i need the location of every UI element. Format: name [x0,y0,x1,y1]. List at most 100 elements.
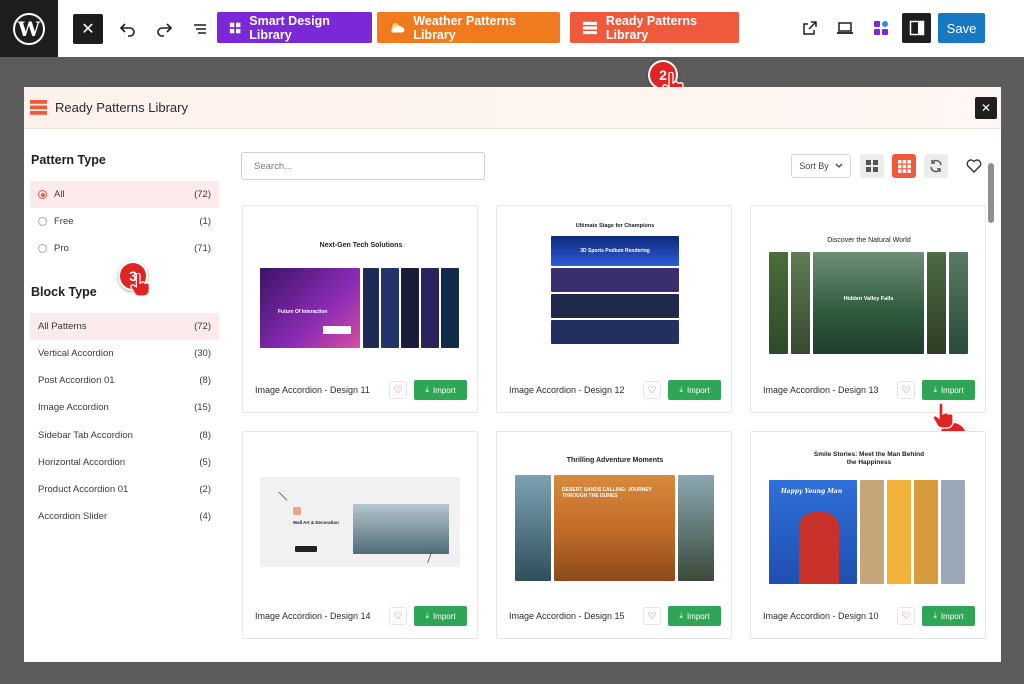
card-footer: Image Accordion - Design 14 ♡ ⤓ Import [255,606,467,626]
favorite-heart-icon[interactable]: ♡ [897,607,915,625]
import-button[interactable]: ⤓ Import [414,380,467,400]
redo-icon[interactable] [149,14,179,44]
import-label: Import [686,611,710,621]
pattern-name: Image Accordion - Design 11 [255,385,370,395]
import-button[interactable]: ⤓ Import [922,380,975,400]
settings-panel-button[interactable] [902,13,931,43]
favorite-heart-icon[interactable]: ♡ [897,381,915,399]
import-label: Import [432,611,456,621]
import-label: Import [940,611,964,621]
filter-block-post-accordion-01[interactable]: Post Accordion 01 (8) [30,367,219,394]
filter-block-image-accordion[interactable]: Image Accordion (15) [30,394,219,421]
wordpress-logo[interactable]: W [0,0,58,57]
filter-label: Post Accordion 01 [38,375,115,386]
pattern-card[interactable]: Smile Stories: Meet the Man Behind the H… [750,431,986,639]
pattern-preview[interactable]: Next-Gen Tech Solutions Future Of Intera… [253,216,469,371]
filter-block-horizontal-accordion[interactable]: Horizontal Accordion (5) [30,449,219,476]
download-icon: ⤓ [425,385,429,394]
pattern-name: Image Accordion - Design 14 [255,611,371,621]
filter-pattern-all[interactable]: All (72) [30,181,219,208]
external-link-icon[interactable] [795,13,825,43]
pattern-card[interactable]: Discover the Natural World Hidden Valley… [750,205,986,413]
filter-count: (4) [199,511,211,522]
layers-icon [582,21,598,34]
filter-label: All [54,189,65,200]
import-label: Import [686,385,710,395]
ready-patterns-library-button[interactable]: Ready Patterns Library [570,12,739,43]
pattern-preview[interactable]: Smile Stories: Meet the Man Behind the H… [761,442,977,597]
filter-label: Free [54,216,74,227]
import-button[interactable]: ⤓ Import [414,606,467,626]
close-editor-button[interactable]: ✕ [73,13,103,44]
grid-large-view-button[interactable] [860,154,884,178]
grid-dense-icon [897,159,911,173]
list-view-icon[interactable] [185,14,215,44]
ready-patterns-library-label: Ready Patterns Library [605,13,697,42]
smart-design-library-button[interactable]: Smart Design Library [217,12,372,43]
import-button[interactable]: ⤓ Import [668,606,721,626]
download-icon: ⤓ [933,611,937,620]
radio-icon[interactable] [38,244,47,253]
import-button[interactable]: ⤓ Import [668,380,721,400]
pattern-preview[interactable]: Thrilling Adventure Moments DESERT SANDS… [507,442,723,597]
radio-icon[interactable] [38,217,47,226]
card-footer: Image Accordion - Design 12 ♡ ⤓ Import [509,380,721,400]
filter-label: Sidebar Tab Accordion [38,430,133,441]
filter-pattern-pro[interactable]: Pro (71) [30,235,219,262]
pattern-preview[interactable]: Ultimate Stage for Champions 3D Sports P… [507,216,723,371]
filter-count: (72) [194,321,211,332]
favorite-heart-icon[interactable]: ♡ [643,607,661,625]
device-preview-icon[interactable] [830,13,860,43]
scrollbar[interactable] [988,155,994,660]
filter-block-vertical-accordion[interactable]: Vertical Accordion (30) [30,340,219,367]
import-button[interactable]: ⤓ Import [922,606,975,626]
filter-count: (72) [194,189,211,200]
modal-title: Ready Patterns Library [55,100,188,115]
heart-icon [966,159,982,173]
pattern-card[interactable]: Next-Gen Tech Solutions Future Of Intera… [242,205,478,413]
preview-title: Ultimate Stage for Champions [575,223,655,229]
plugin-grid-icon[interactable] [866,13,896,43]
grid-small-view-button[interactable] [892,154,916,178]
sort-by-dropdown[interactable]: Sort By [791,154,851,178]
favorite-heart-icon[interactable]: ♡ [389,607,407,625]
refresh-button[interactable] [924,154,948,178]
scroll-thumb[interactable] [988,163,994,223]
modal-header: Ready Patterns Library ✕ [24,87,1001,129]
pattern-preview[interactable]: Wall Art & Decoration [253,442,469,597]
chevron-down-icon [835,163,843,168]
search-input[interactable]: Search... [241,152,485,180]
filter-count: (5) [199,457,211,468]
weather-patterns-library-button[interactable]: Weather Patterns Library [377,12,560,43]
filter-count: (8) [199,375,211,386]
card-footer: Image Accordion - Design 10 ♡ ⤓ Import [763,606,975,626]
filter-count: (30) [194,348,211,359]
favorite-heart-icon[interactable]: ♡ [643,381,661,399]
pattern-preview[interactable]: Discover the Natural World Hidden Valley… [761,216,977,371]
filter-sidebar: Pattern Type All (72) Free (1) Pro (71) … [24,129,224,662]
filter-block-all-patterns[interactable]: All Patterns (72) [30,313,219,340]
favorites-button[interactable] [962,154,986,178]
filter-count: (15) [194,402,211,413]
save-button[interactable]: Save [938,13,985,43]
filter-block-accordion-slider[interactable]: Accordion Slider (4) [30,503,219,530]
preview-subtitle: Future Of Interaction [278,309,328,315]
pattern-card[interactable]: Thrilling Adventure Moments DESERT SANDS… [496,431,732,639]
filter-pattern-free[interactable]: Free (1) [30,208,219,235]
filter-label: Product Accordion 01 [38,484,129,495]
filter-block-sidebar-tab-accordion[interactable]: Sidebar Tab Accordion (8) [30,422,219,449]
preview-subtitle: 3D Sports Podium Rendering [580,248,650,254]
ready-patterns-modal: Ready Patterns Library ✕ Pattern Type Al… [24,87,1001,662]
radio-selected-icon[interactable] [38,190,47,199]
undo-icon[interactable] [113,14,143,44]
sidebar-toggle-icon [909,20,924,36]
pattern-name: Image Accordion - Design 10 [763,611,879,621]
filter-label: Vertical Accordion [38,348,114,359]
favorite-heart-icon[interactable]: ♡ [389,381,407,399]
pattern-card[interactable]: Wall Art & Decoration Image Accordion - … [242,431,478,639]
filter-block-product-accordion-01[interactable]: Product Accordion 01 (2) [30,476,219,503]
filter-count: (2) [199,484,211,495]
preview-subtitle: Hidden Valley Falls [843,296,894,302]
modal-close-button[interactable]: ✕ [975,97,997,119]
pattern-card[interactable]: Ultimate Stage for Champions 3D Sports P… [496,205,732,413]
